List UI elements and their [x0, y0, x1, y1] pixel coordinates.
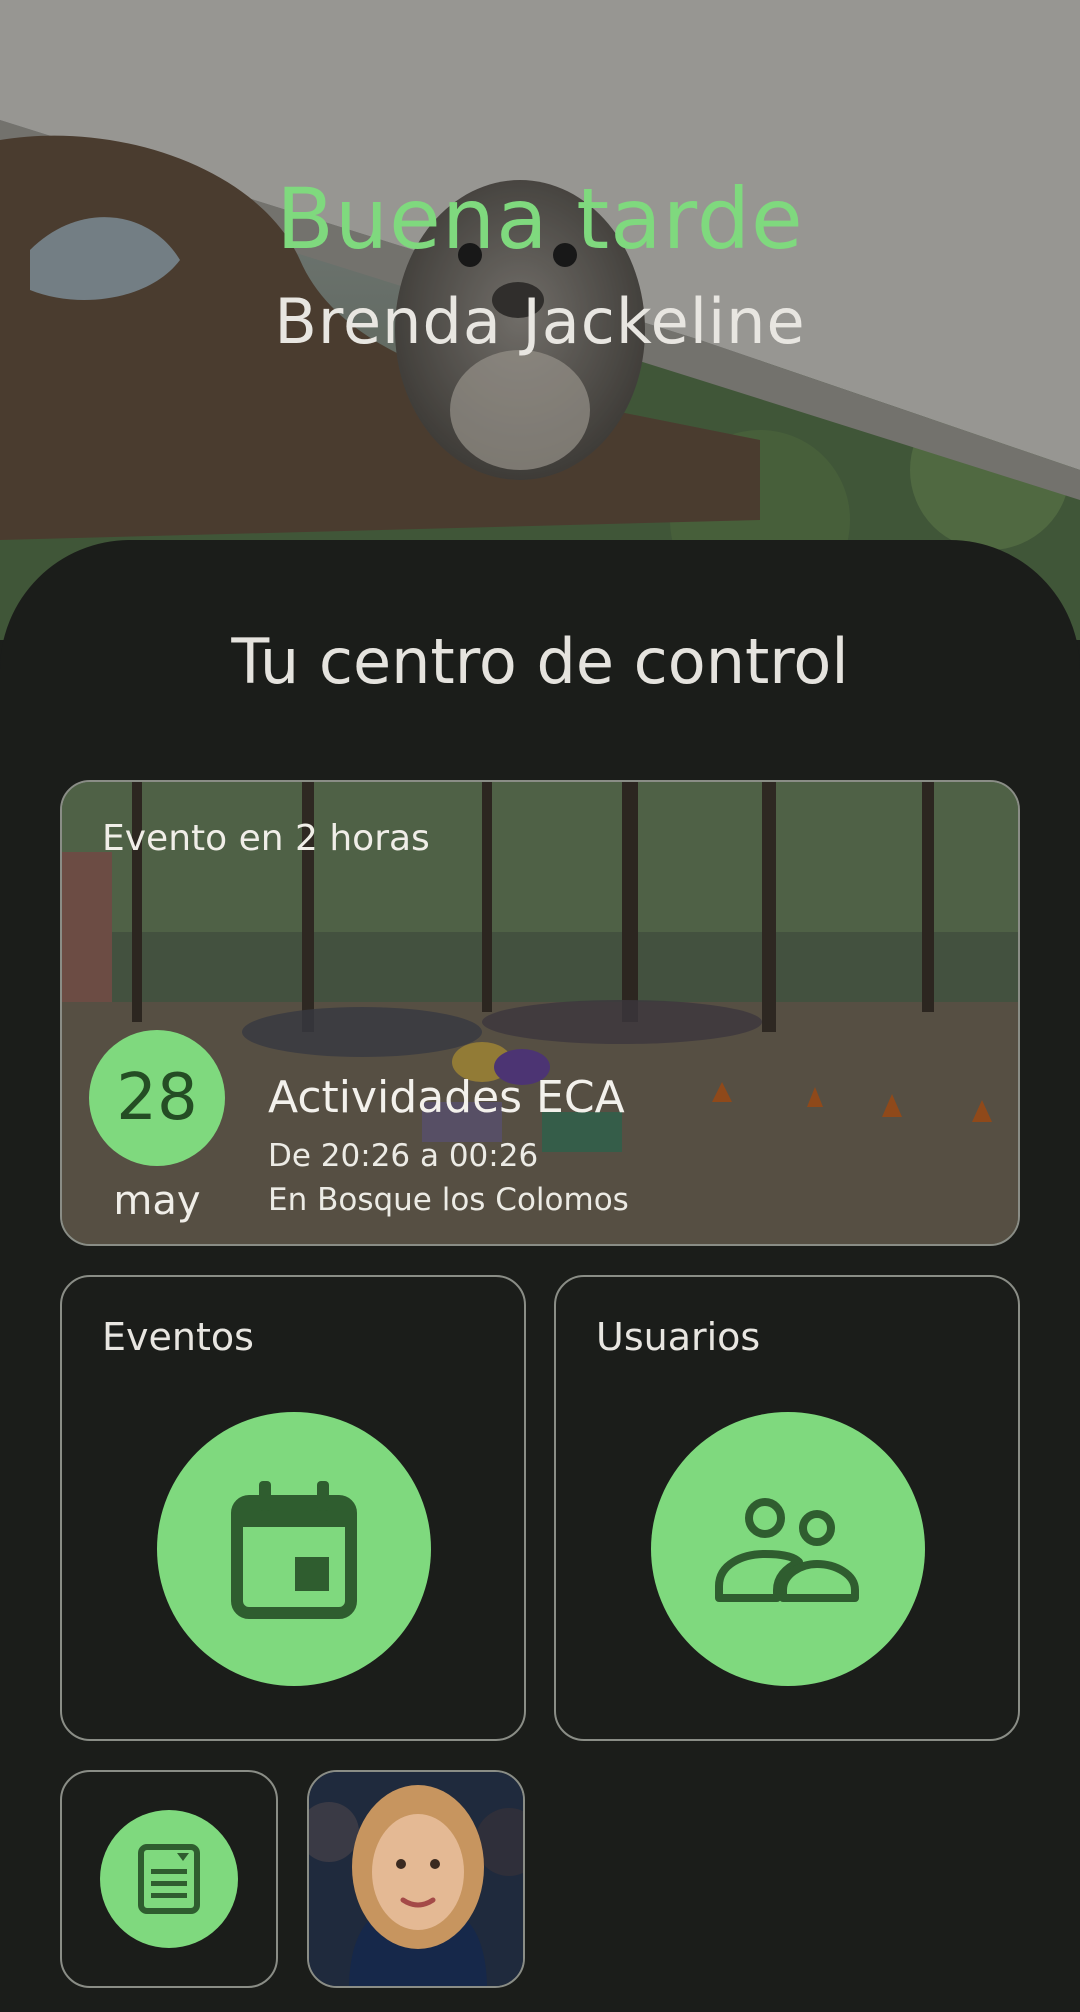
event-date-badge: 28 — [89, 1030, 225, 1166]
event-time: De 20:26 a 00:26 — [268, 1138, 539, 1174]
next-event-card[interactable]: Evento en 2 horas 28 may Actividades ECA… — [60, 780, 1020, 1246]
control-center-panel: Tu centro de control Evento en 2 horas 2… — [0, 540, 1080, 2012]
profile-tile[interactable] — [307, 1770, 525, 1988]
forms-tile[interactable] — [60, 1770, 278, 1988]
events-tile-label: Eventos — [102, 1315, 254, 1359]
greeting-title: Buena tarde — [276, 170, 804, 268]
users-tile[interactable]: Usuarios — [554, 1275, 1020, 1741]
event-countdown-label: Evento en 2 horas — [102, 818, 430, 859]
event-name: Actividades ECA — [268, 1072, 625, 1123]
control-center-title: Tu centro de control — [231, 625, 849, 698]
event-day: 28 — [116, 1061, 198, 1135]
event-month: may — [113, 1178, 201, 1224]
events-tile[interactable]: Eventos — [60, 1275, 526, 1741]
event-location: En Bosque los Colomos — [268, 1182, 629, 1218]
users-icon — [715, 1498, 859, 1602]
form-icon — [138, 1844, 200, 1914]
users-tile-label: Usuarios — [596, 1315, 761, 1359]
avatar — [309, 1772, 523, 1986]
calendar-icon — [231, 1481, 357, 1619]
forms-icon-circle — [100, 1810, 238, 1948]
events-icon-circle — [157, 1412, 431, 1686]
users-icon-circle — [651, 1412, 925, 1686]
home-screen: Buena tarde Brenda Jackeline Tu centro d… — [0, 0, 1080, 2012]
user-name: Brenda Jackeline — [274, 285, 806, 358]
